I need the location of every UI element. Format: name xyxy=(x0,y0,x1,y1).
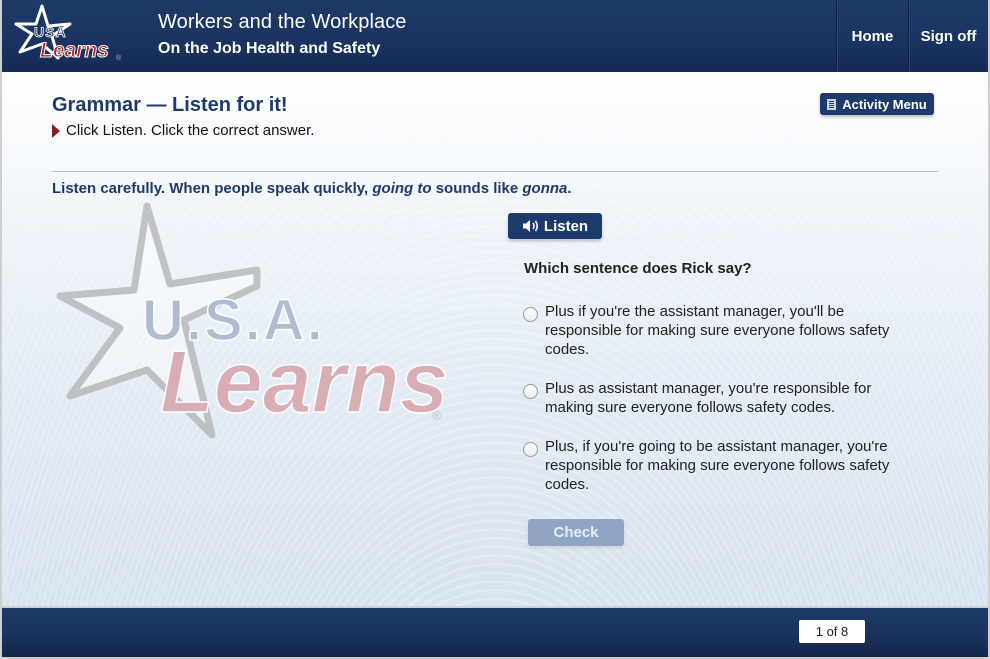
header-bar: USA Learns ® Workers and the Workplace O… xyxy=(2,0,988,72)
menu-book-icon xyxy=(827,98,837,110)
lesson-title: On the Job Health and Safety xyxy=(158,40,381,57)
sign-off-link[interactable]: Sign off xyxy=(908,0,988,72)
usa-learns-watermark: U.S.A. Learns ® xyxy=(56,202,449,439)
course-title: Workers and the Workplace xyxy=(158,11,407,33)
answer-radio-1[interactable] xyxy=(523,307,538,322)
grammar-tip: Listen carefully. When people speak quic… xyxy=(52,180,572,197)
tip-emphasis-2: gonna xyxy=(522,180,568,197)
speaker-icon xyxy=(522,220,538,232)
answer-choice-2[interactable]: Plus as assistant manager, you're respon… xyxy=(523,379,915,417)
instruction: Click Listen. Click the correct answer. xyxy=(52,122,314,139)
header-nav: Home Sign off xyxy=(836,0,988,72)
header-titles: Workers and the Workplace On the Job Hea… xyxy=(158,11,407,58)
check-button[interactable]: Check xyxy=(528,519,624,546)
tip-emphasis-1: going to xyxy=(372,180,432,197)
listen-button[interactable]: Listen xyxy=(508,213,602,239)
logo-learns-text: Learns xyxy=(40,39,109,62)
watermark-registered-mark: ® xyxy=(432,408,442,423)
divider xyxy=(52,171,938,172)
answer-radio-2[interactable] xyxy=(523,384,538,399)
footer-bar: 1 of 8 xyxy=(2,608,988,657)
activity-content: Grammar — Listen for it! Click Listen. C… xyxy=(2,72,988,606)
activity-menu-button[interactable]: Activity Menu xyxy=(820,93,934,115)
activity-menu-label: Activity Menu xyxy=(842,96,927,112)
answer-choice-2-text: Plus as assistant manager, you're respon… xyxy=(545,380,872,416)
usa-learns-logo[interactable]: USA Learns ® xyxy=(12,2,132,68)
activity-title: Grammar — Listen for it! xyxy=(52,94,288,116)
answer-choice-3[interactable]: Plus, if you're going to be assistant ma… xyxy=(523,437,915,494)
answer-choice-1[interactable]: Plus if you're the assistant manager, yo… xyxy=(523,302,915,359)
app-frame: USA Learns ® Workers and the Workplace O… xyxy=(2,0,988,657)
tip-text-3: . xyxy=(567,180,572,197)
page-counter: 1 of 8 xyxy=(799,620,865,643)
question-text: Which sentence does Rick say? xyxy=(524,260,752,277)
answer-choice-1-text: Plus if you're the assistant manager, yo… xyxy=(545,303,890,358)
answer-radio-3[interactable] xyxy=(523,442,538,457)
tip-text-1: Listen carefully. When people speak quic… xyxy=(52,180,373,197)
logo-registered-mark: ® xyxy=(116,54,122,62)
watermark-learns-text: Learns xyxy=(160,332,449,431)
home-link[interactable]: Home xyxy=(836,0,908,72)
instruction-text: Click Listen. Click the correct answer. xyxy=(66,122,315,139)
listen-label: Listen xyxy=(543,217,589,235)
arrow-right-icon xyxy=(52,123,60,138)
tip-text-2: sounds like xyxy=(431,180,523,197)
answer-choice-3-text: Plus, if you're going to be assistant ma… xyxy=(545,438,890,493)
logo-usa-text: USA xyxy=(34,24,67,40)
